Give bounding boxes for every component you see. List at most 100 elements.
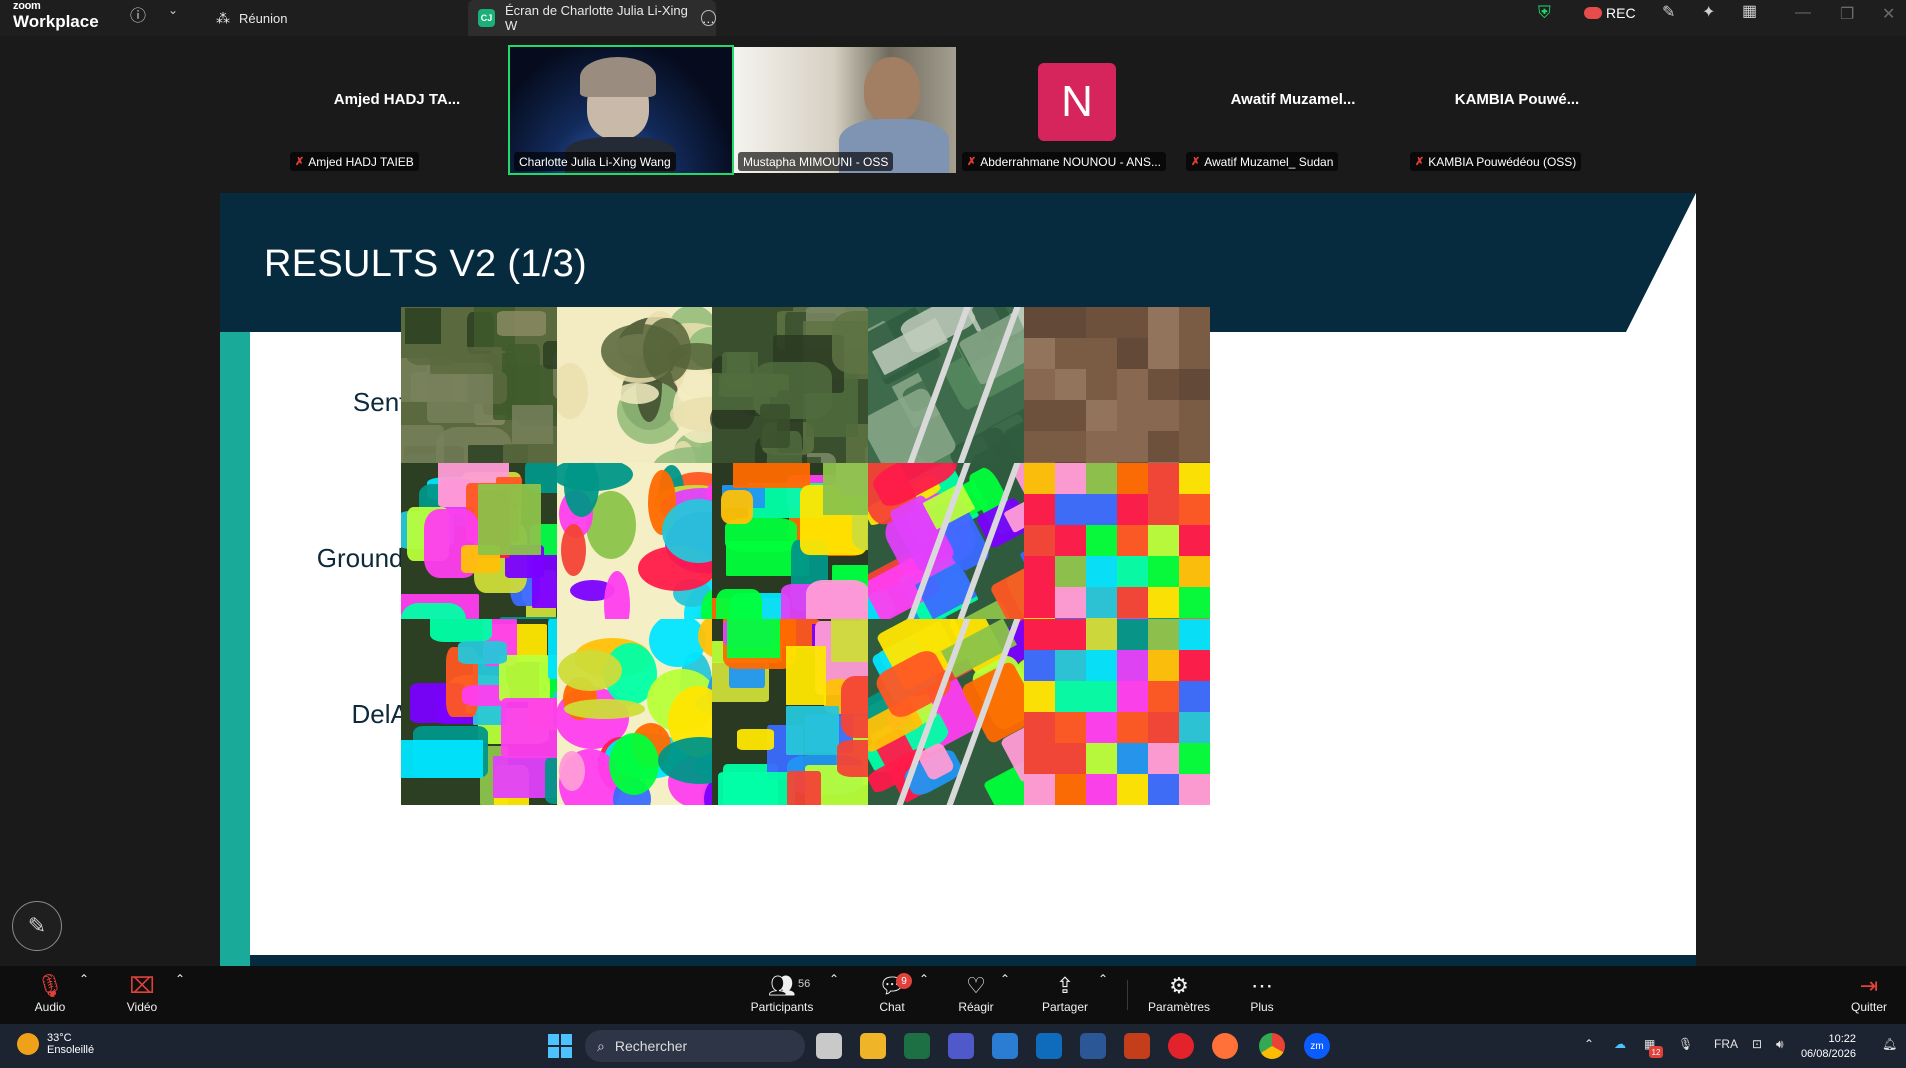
powerpoint-icon[interactable] <box>1124 1033 1150 1059</box>
participant-nametag: ✗ Awatif Muzamel_ Sudan <box>1186 152 1339 171</box>
language-indicator[interactable]: FRA <box>1714 1037 1738 1051</box>
minimize-icon[interactable]: — <box>1795 4 1811 22</box>
outlook-icon[interactable] <box>1036 1033 1062 1059</box>
shield-icon[interactable]: ⛨ <box>1538 3 1551 23</box>
taskbar-search[interactable]: ⌕ Rechercher <box>585 1030 805 1062</box>
ai-companion-icon[interactable]: ✦ <box>1702 2 1715 22</box>
participant-big-name: KAMBIA Pouwé... <box>1454 91 1580 108</box>
quit-label: Quitter <box>1850 1000 1887 1014</box>
participants-options-chevron[interactable]: ⌃ <box>828 972 840 986</box>
tab-meeting[interactable]: ⁂ Réunion <box>210 0 465 36</box>
settings-label: Paramètres <box>1147 1000 1211 1014</box>
participant-video-hair <box>580 57 656 97</box>
toolbar-divider <box>1127 980 1128 1010</box>
share-screen-icon: ⇪ <box>1055 973 1075 998</box>
quit-button[interactable]: ⇥ Quitter <box>1826 972 1906 1014</box>
meeting-icon: ⁂ <box>216 9 230 26</box>
shared-screen: RESULTS V2 (1/3) EuropeAsia & OceaniaNor… <box>220 193 1696 966</box>
participant-video <box>864 57 920 121</box>
meeting-toolbar: 🎙︎ Audio ⌃ ⌧ Vidéo ⌃ 👥︎ Participants 56 … <box>0 966 1906 1024</box>
onedrive-icon[interactable]: ☁ <box>1614 1037 1626 1051</box>
task-view-icon[interactable] <box>816 1033 842 1059</box>
weather-widget[interactable]: 33°C Ensoleillé <box>17 1032 94 1056</box>
participant-name: Charlotte Julia Li-Xing Wang <box>519 154 671 169</box>
more-button[interactable]: ⋯ Plus <box>1219 972 1305 1014</box>
participant-tile[interactable]: Amjed HADJ TA... ✗ Amjed HADJ TAIEB <box>286 47 508 173</box>
share-button[interactable]: ⇪ Partager <box>1022 972 1108 1014</box>
mic-muted-icon: ✗ <box>295 156 305 168</box>
mic-muted-icon: ✗ <box>967 156 977 168</box>
logo-top-text: zoom <box>13 0 41 12</box>
close-icon[interactable]: ✕ <box>1882 4 1895 24</box>
slide-title: RESULTS V2 (1/3) <box>264 243 587 285</box>
tray-chevron-icon[interactable]: ⌃ <box>1584 1037 1594 1051</box>
participant-big-name: Awatif Muzamel... <box>1230 91 1356 108</box>
share-label: Partager <box>1041 1000 1089 1014</box>
apps-icon[interactable]: ▦ <box>1742 1 1757 21</box>
share-options-chevron[interactable]: ⌃ <box>1097 972 1109 986</box>
participant-tile-active-speaker[interactable]: Charlotte Julia Li-Xing Wang <box>508 45 734 175</box>
participant-name: KAMBIA Pouwédéou (OSS) <box>1428 154 1577 169</box>
annotate-pen-button[interactable]: ✎ <box>12 901 62 951</box>
participant-tile[interactable]: KAMBIA Pouwé... ✗ KAMBIA Pouwédéou (OSS) <box>1406 47 1628 173</box>
tab-screen-share[interactable]: CJ Écran de Charlotte Julia Li-Xing W … <box>468 0 717 36</box>
result-image-delany-4 <box>1024 619 1210 805</box>
store-icon[interactable] <box>992 1033 1018 1059</box>
participant-nametag: ✗ Abderrahmane NOUNOU - ANS... <box>962 152 1166 171</box>
opera-icon[interactable] <box>1168 1033 1194 1059</box>
participant-name: Awatif Muzamel_ Sudan <box>1204 154 1334 169</box>
firefox-icon[interactable] <box>1212 1033 1238 1059</box>
tab-share-label: Écran de Charlotte Julia Li-Xing W <box>505 3 688 33</box>
leave-icon: ⇥ <box>1859 973 1879 998</box>
video-options-chevron[interactable]: ⌃ <box>174 972 186 986</box>
mic-muted-icon: ✗ <box>1415 156 1425 168</box>
start-button[interactable] <box>548 1034 572 1058</box>
chrome-icon[interactable] <box>1259 1033 1285 1059</box>
chat-options-chevron[interactable]: ⌃ <box>918 972 930 986</box>
participant-tile[interactable]: Mustapha MIMOUNI - OSS <box>734 47 956 173</box>
file-explorer-icon[interactable] <box>860 1033 886 1059</box>
chevron-down-icon[interactable]: ⌄ <box>168 3 178 17</box>
participant-tile[interactable]: Awatif Muzamel... ✗ Awatif Muzamel_ Suda… <box>1182 47 1404 173</box>
zoom-taskbar-icon[interactable]: zm <box>1304 1033 1330 1059</box>
logo-bottom-text: Workplace <box>13 12 99 31</box>
window-titlebar: zoom Workplace ⓘ ⌄ ⁂ Réunion CJ Écran de… <box>0 0 1906 36</box>
participant-tile[interactable]: N ✗ Abderrahmane NOUNOU - ANS... <box>958 47 1180 173</box>
rec-label: REC <box>1606 5 1636 21</box>
rec-indicator[interactable]: REC <box>1584 5 1636 21</box>
participant-nametag: ✗ KAMBIA Pouwédéou (OSS) <box>1410 152 1582 171</box>
windows-taskbar: 33°C Ensoleillé ⌕ Rechercher zm ⌃ ☁ ▦ 12… <box>0 1024 1906 1068</box>
video-label: Vidéo <box>126 1000 158 1014</box>
mic-tray-icon[interactable]: 🎙︎ <box>1678 1037 1693 1051</box>
video-off-icon: ⌧ <box>129 973 155 998</box>
search-placeholder: Rechercher <box>614 1038 688 1054</box>
restore-icon[interactable]: ❐ <box>1840 4 1854 24</box>
video-button[interactable]: ⌧ Vidéo <box>99 972 185 1014</box>
participants-count: 56 <box>798 978 811 990</box>
avatar: N <box>1038 63 1116 141</box>
more-options-icon[interactable]: … <box>700 10 717 26</box>
cloud-record-icon <box>1584 7 1602 19</box>
settings-button[interactable]: ⚙ Paramètres <box>1136 972 1222 1014</box>
participants-label: Participants <box>750 1000 814 1014</box>
chat-label: Chat <box>879 1000 905 1014</box>
audio-options-chevron[interactable]: ⌃ <box>78 972 90 986</box>
excel-icon[interactable] <box>904 1033 930 1059</box>
volume-icon[interactable]: 🔊︎ <box>1776 1037 1784 1052</box>
word-icon[interactable] <box>1080 1033 1106 1059</box>
pen-icon: ✎ <box>27 913 47 938</box>
info-icon[interactable]: ⓘ <box>130 2 146 26</box>
clock-time: 10:22 <box>1828 1033 1856 1045</box>
react-options-chevron[interactable]: ⌃ <box>999 972 1011 986</box>
network-icon[interactable]: ⊡ <box>1752 1037 1762 1051</box>
mic-muted-icon: ✗ <box>1191 156 1201 168</box>
slide-header-wedge <box>1626 193 1696 332</box>
notification-bell-icon[interactable]: 🔔︎ <box>1882 1037 1897 1051</box>
clock[interactable]: 10:22 06/08/2026 <box>1801 1032 1856 1062</box>
participants-button[interactable]: 👥︎ Participants <box>739 972 825 1014</box>
weather-condition: Ensoleillé <box>47 1044 95 1056</box>
teams-icon[interactable] <box>948 1033 974 1059</box>
participant-gallery: Amjed HADJ TA... ✗ Amjed HADJ TAIEB Char… <box>0 36 1906 178</box>
tab-meeting-label: Réunion <box>239 10 288 26</box>
annotate-icon[interactable]: ✎ <box>1662 2 1675 22</box>
